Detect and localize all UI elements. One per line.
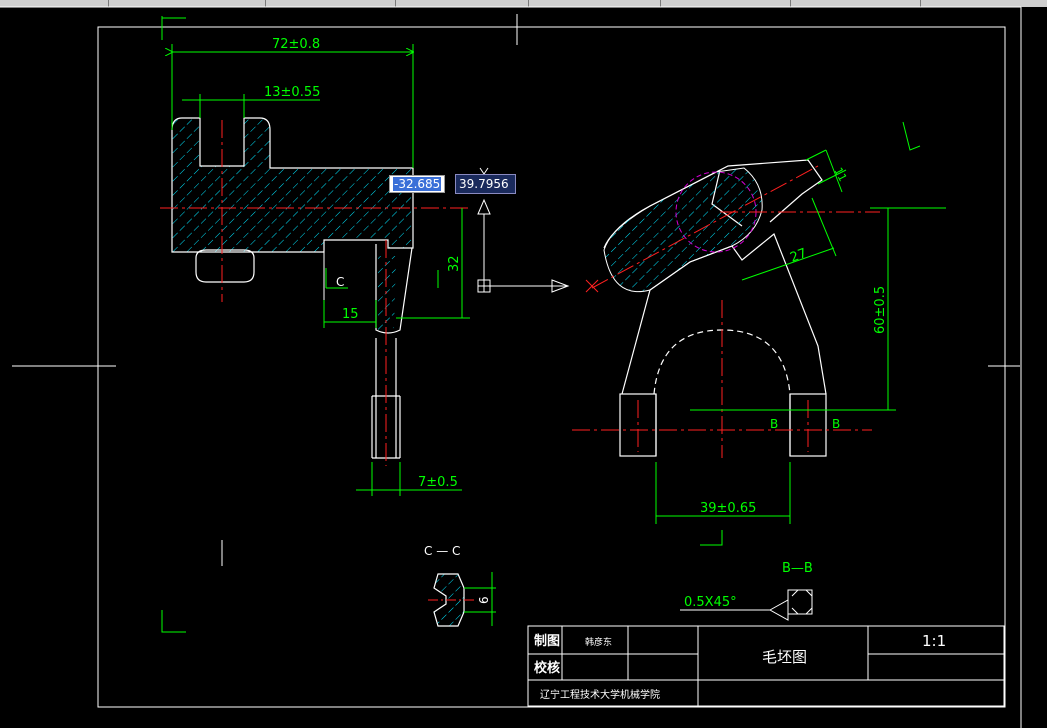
tb-checked-label: 校核 — [534, 660, 560, 676]
section-b-mark-right: B — [832, 417, 840, 431]
dim-slot-width: 13±0.55 — [264, 85, 320, 100]
dynamic-input-y[interactable]: 39.7956 — [455, 174, 516, 194]
section-c-mark: C — [336, 275, 344, 289]
tb-drawing-title: 毛坯图 — [762, 648, 807, 666]
dim-top-width: 72±0.8 — [272, 37, 320, 52]
drawing-frame — [97, 26, 1006, 708]
frame-center-marks — [12, 14, 1020, 367]
dim-span-39: 39±0.65 — [700, 501, 756, 516]
section-b-mark-left: B — [770, 417, 778, 431]
drawing-canvas[interactable]: 72±0.8 13±0.55 32 15 7±0.5 C 60±0.5 39±0… — [0, 0, 1047, 728]
dynamic-input-x-value[interactable]: -32.685 — [393, 177, 442, 191]
dim-arm-27: 27 — [788, 246, 809, 266]
crosshair-cursor — [477, 198, 570, 293]
dynamic-input-x[interactable]: -32.685 — [389, 175, 445, 193]
dim-offset-11: 11 — [831, 165, 849, 183]
dim-height-60: 60±0.5 — [873, 286, 888, 334]
viewport-right-edge — [1020, 7, 1047, 728]
tb-drawn-label: 制图 — [534, 633, 560, 649]
right-view-hatch — [603, 167, 763, 292]
tb-drawn-name: 韩彦东 — [585, 636, 612, 648]
dim-section-6: 6 — [477, 596, 491, 604]
dim-c-offset: 15 — [342, 307, 359, 322]
dim-pin-width: 7±0.5 — [418, 475, 458, 490]
section-b-title: B—B — [782, 561, 813, 576]
tb-school: 辽宁工程技术大学机械学院 — [540, 688, 660, 701]
left-view-section — [171, 117, 414, 459]
chamfer-label: 0.5X45° — [684, 595, 737, 610]
tb-scale: 1:1 — [922, 632, 946, 650]
dim-height-32: 32 — [447, 255, 462, 272]
section-c-title: C — C — [424, 544, 460, 558]
corner-marks — [161, 16, 921, 633]
left-view-dimensions — [172, 44, 470, 496]
